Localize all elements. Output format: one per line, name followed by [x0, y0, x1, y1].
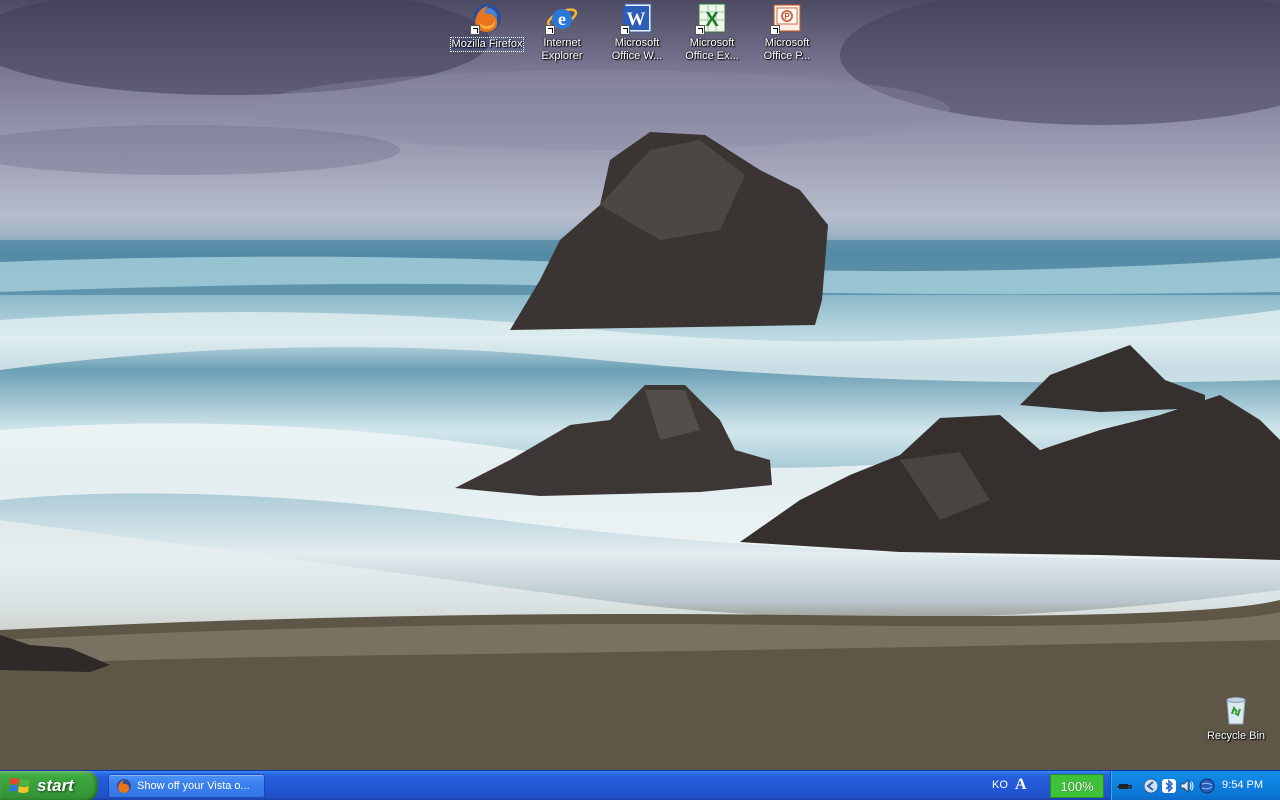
windows-logo-icon — [9, 778, 30, 793]
svg-text:P: P — [784, 12, 790, 21]
recycle-bin-icon — [1220, 694, 1252, 726]
word-icon: W — [620, 2, 653, 35]
desktop-icon-recycle-bin[interactable]: Recycle Bin — [1198, 694, 1274, 743]
desktop-icon-label: Internet Explorer — [541, 37, 583, 62]
bluetooth-icon[interactable] — [1161, 778, 1177, 794]
taskbar: start Show off your Vista o... KO A 100% — [0, 770, 1280, 800]
svg-text:X: X — [705, 9, 719, 31]
firefox-icon — [117, 779, 131, 793]
clock[interactable]: 9:54 PM — [1222, 779, 1263, 791]
language-indicator[interactable]: KO — [992, 779, 1008, 791]
globe-icon[interactable] — [1199, 778, 1215, 794]
start-button[interactable]: start — [0, 771, 98, 800]
internet-explorer-icon: e — [545, 2, 578, 35]
desktop-icon-internet-explorer[interactable]: e Internet Explorer — [524, 2, 600, 63]
desktop-icon-word[interactable]: W Microsoft Office W... — [599, 2, 675, 63]
firefox-icon — [470, 2, 503, 35]
wallpaper-image — [0, 0, 1280, 770]
start-label: start — [37, 776, 74, 795]
desktop-icon-excel[interactable]: X Microsoft Office Ex... — [674, 2, 750, 63]
desktop-icon-label: Microsoft Office Ex... — [685, 37, 739, 62]
taskbar-button-firefox-window[interactable]: Show off your Vista o... — [108, 774, 265, 798]
power-plug-icon[interactable] — [1117, 778, 1133, 794]
desktop-icon-firefox[interactable]: Mozilla Firefox — [449, 2, 525, 52]
zoom-indicator[interactable]: 100% — [1050, 774, 1104, 798]
desktop[interactable]: Mozilla Firefox e Internet Explorer W Mi… — [0, 0, 1280, 770]
desktop-icon-label: Mozilla Firefox — [449, 37, 525, 52]
powerpoint-icon: P — [770, 2, 803, 35]
system-tray: 9:54 PM — [1110, 771, 1280, 800]
desktop-icon-label: Microsoft Office P... — [763, 37, 811, 62]
desktop-icon-label: Recycle Bin — [1206, 730, 1266, 742]
volume-icon[interactable] — [1179, 778, 1195, 794]
desktop-icon-powerpoint[interactable]: P Microsoft Office P... — [749, 2, 825, 63]
ime-mode-indicator[interactable]: A — [1015, 776, 1027, 794]
svg-text:e: e — [558, 9, 566, 29]
network-back-icon[interactable] — [1143, 778, 1159, 794]
desktop-icon-label: Microsoft Office W... — [611, 37, 663, 62]
taskbar-button-label: Show off your Vista o... — [137, 780, 250, 792]
excel-icon: X — [695, 2, 728, 35]
